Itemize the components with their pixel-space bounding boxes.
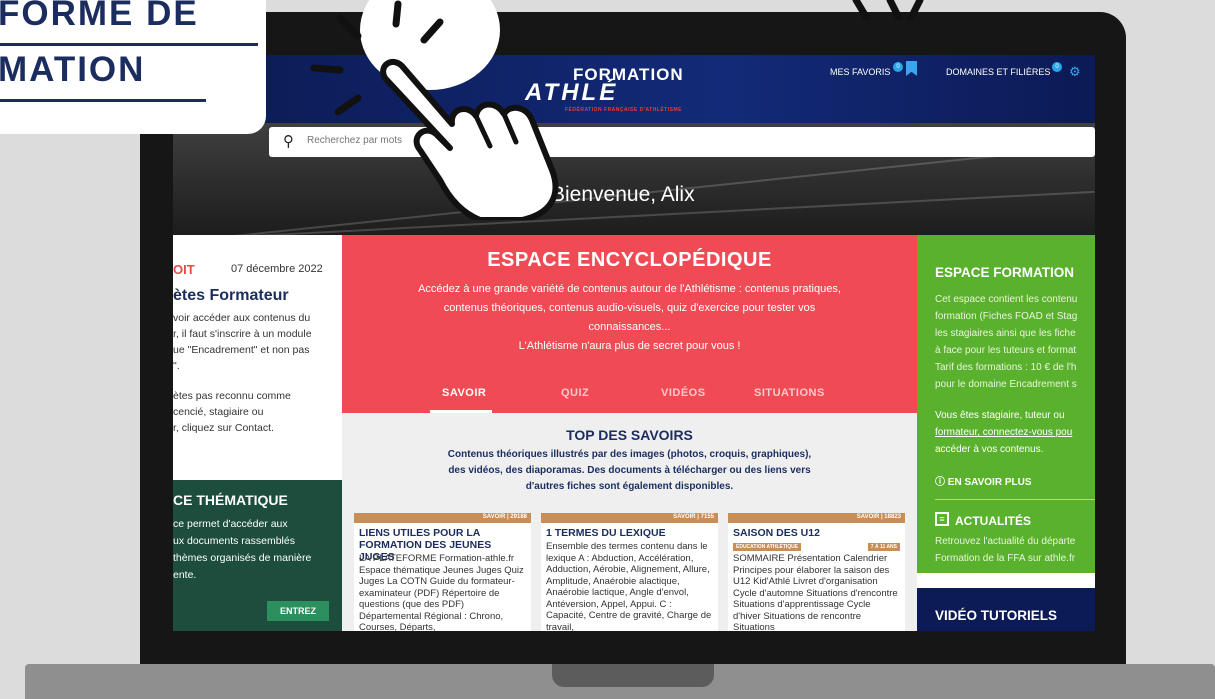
promo-underline xyxy=(0,99,206,102)
news-paragraph-2: ètes pas reconnu comme cencié, stagiaire… xyxy=(173,390,291,434)
news-icon: ≡ xyxy=(935,512,949,526)
promo-line-2: MATION xyxy=(0,50,146,89)
card-category-strip: SAVOIR | 29188 xyxy=(354,513,531,523)
top-savoirs-description: Contenus théoriques illustrés par des im… xyxy=(447,449,812,492)
favorites-count-badge: 0 xyxy=(893,62,903,72)
promo-banner: FORME DE MATION xyxy=(0,0,266,134)
right-sidebar: ESPACE FORMATION Cet espace contient les… xyxy=(917,235,1095,631)
formation-title: ESPACE FORMATION xyxy=(935,265,1075,280)
news-date: 07 décembre 2022 xyxy=(231,263,323,275)
thematic-description: ce permet d'accéder aux ux documents ras… xyxy=(173,518,312,581)
tab-situations[interactable]: SITUATIONS xyxy=(754,387,825,399)
savoir-card[interactable]: SAVOIR | 7155 1 TERMES DU LEXIQUE Ensemb… xyxy=(541,513,718,631)
encyclopedic-description: Accédez à une grande variété de contenus… xyxy=(418,283,841,352)
card-category-strip: SAVOIR | 7155 xyxy=(541,513,718,523)
login-link[interactable]: formateur, connectez-vous pou xyxy=(935,424,1095,441)
favorites-link[interactable]: MES FAVORIS xyxy=(830,67,890,77)
news-paragraph-1: voir accéder aux contenus du r, il faut … xyxy=(173,312,312,372)
savoir-card[interactable]: SAVOIR | 18823 SAISON DES U12 ÉDUCATION … xyxy=(728,513,905,631)
card-excerpt: LA PLATEFORME Formation-athle.fr Espace … xyxy=(359,553,524,631)
news-title[interactable]: ètes Formateur xyxy=(173,287,289,305)
formation-description: Cet espace contient les contenu formatio… xyxy=(935,294,1078,390)
pointing-hand-icon xyxy=(310,0,559,220)
tab-videos[interactable]: VIDÉOS xyxy=(661,387,706,399)
logo-federation-text: FÉDÉRATION FRANÇAISE D'ATHLÉTISME xyxy=(565,107,682,113)
savoir-card[interactable]: SAVOIR | 29188 LIENS UTILES POUR LA FORM… xyxy=(354,513,531,631)
card-excerpt: SOMMAIRE Présentation Calendrier Princip… xyxy=(733,553,898,631)
encyclopedic-space-panel: ESPACE ENCYCLOPÉDIQUE Accédez à une gran… xyxy=(342,235,917,413)
divider xyxy=(935,499,1095,500)
news-tag: OIT xyxy=(173,262,195,277)
card-category-strip: SAVOIR | 18823 xyxy=(728,513,905,523)
laptop-notch xyxy=(552,664,714,687)
bookmark-icon[interactable] xyxy=(906,61,917,76)
pointing-hand-fragment-icon xyxy=(852,0,924,20)
top-savoirs-title: TOP DES SAVOIRS xyxy=(566,427,693,443)
tab-savoir[interactable]: SAVOIR xyxy=(442,387,486,399)
encyclopedic-title: ESPACE ENCYCLOPÉDIQUE xyxy=(487,249,772,271)
card-title[interactable]: 1 TERMES DU LEXIQUE xyxy=(546,527,713,539)
left-news-column: OIT 07 décembre 2022 ètes Formateur voir… xyxy=(173,235,342,631)
domains-count-badge: 0 xyxy=(1052,62,1062,72)
domains-link[interactable]: DOMAINES ET FILIÈRES xyxy=(946,67,1050,77)
promo-underline xyxy=(0,43,258,46)
content-tabs: SAVOIR QUIZ VIDÉOS SITUATIONS xyxy=(342,387,917,413)
gear-icon[interactable]: ⚙ xyxy=(1069,64,1081,80)
category-pill: ÉDUCATION ATHLÉTIQUE xyxy=(733,543,802,551)
thematic-title: CE THÉMATIQUE xyxy=(173,492,288,508)
news-section-title[interactable]: ACTUALITÉS xyxy=(955,514,1031,528)
age-pill: 7 À 11 ANS xyxy=(867,543,900,551)
card-title[interactable]: SAISON DES U12 xyxy=(733,527,900,539)
search-icon[interactable]: ⚲ xyxy=(283,132,294,150)
news-description: Retrouvez l'actualité du départe Formati… xyxy=(935,536,1076,564)
video-tutorials-title: VIDÉO TUTORIELS xyxy=(935,608,1058,623)
formation-space-panel: ESPACE FORMATION Cet espace contient les… xyxy=(917,235,1095,573)
promo-line-1: FORME DE xyxy=(0,0,199,33)
card-excerpt: Ensemble des termes contenu dans le lexi… xyxy=(546,541,712,631)
info-icon: ⓘ xyxy=(935,477,948,488)
top-savoirs-section: TOP DES SAVOIRS Contenus théoriques illu… xyxy=(342,413,917,631)
enter-button[interactable]: ENTREZ xyxy=(267,601,329,621)
welcome-message: Bienvenue, Alix xyxy=(551,183,695,206)
video-tutorials-panel[interactable]: VIDÉO TUTORIELS xyxy=(917,588,1095,631)
tab-quiz[interactable]: QUIZ xyxy=(561,387,589,399)
learn-more-link[interactable]: ⓘ EN SAVOIR PLUS xyxy=(935,473,1032,488)
access-notice: Vous êtes stagiaire, tuteur ou formateur… xyxy=(935,407,1095,458)
